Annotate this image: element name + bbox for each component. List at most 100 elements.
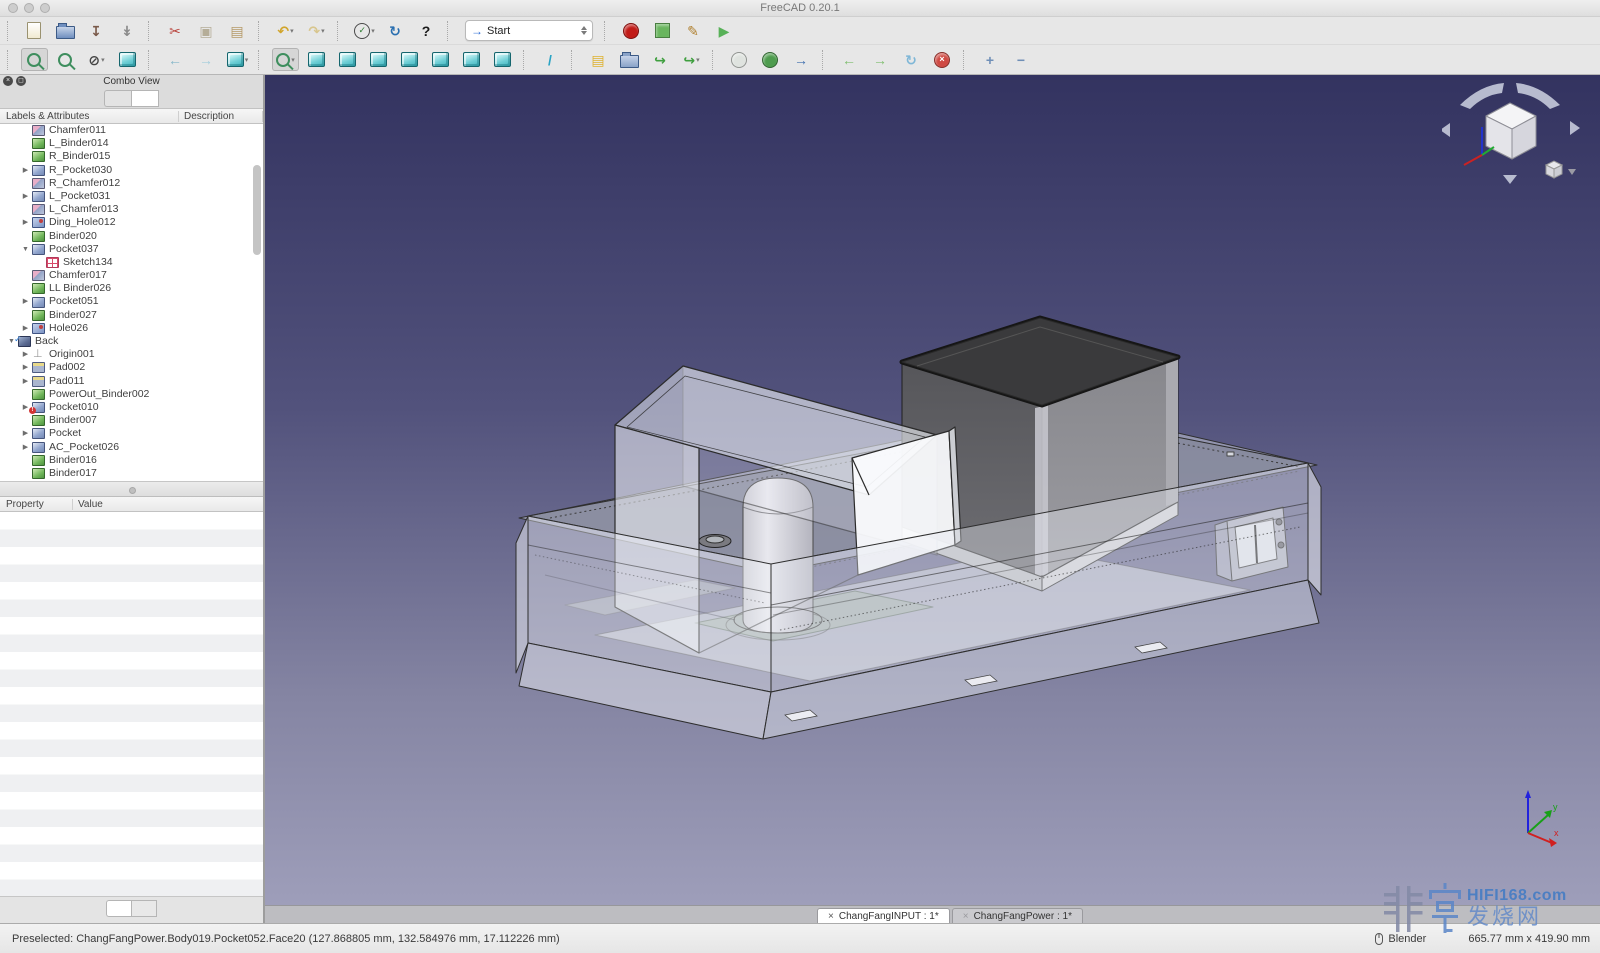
select-element-icon[interactable] [114,48,141,71]
undock-panel-icon[interactable]: ◻ [16,76,26,86]
tree-item[interactable]: ▶ Hole026 [0,322,263,335]
draw-style-icon[interactable]: ⊘▾ [83,48,110,71]
tree-item[interactable]: ▶ L_Pocket031 [0,190,263,203]
expand-arrow-icon[interactable]: ▶ [20,216,31,229]
view-right-icon[interactable] [396,48,423,71]
close-tab-icon[interactable]: × [828,911,834,922]
macro-edit-icon[interactable]: ✎ [680,19,707,42]
tree-item[interactable]: Sketch134 [0,256,263,269]
browser-forward-icon[interactable]: → [867,48,894,71]
expand-arrow-icon[interactable]: ▶ [20,164,31,177]
save-icon[interactable]: ↧ [83,19,110,42]
expand-arrow-icon[interactable]: ▼ [20,243,31,256]
go-to-linked-object-icon[interactable]: ▾ [224,48,251,71]
macro-stop-icon[interactable] [649,19,676,42]
tab-model[interactable] [104,90,131,107]
paste-icon[interactable]: ▤ [224,19,251,42]
nav-back-icon[interactable]: ← [162,48,189,71]
navigation-style-indicator[interactable]: Blender [1375,933,1426,945]
tree-item[interactable]: Binder017 [0,467,263,480]
tree-item[interactable]: ▶ AC_Pocket026 [0,441,263,454]
copy-icon[interactable]: ▣ [193,19,220,42]
tree-item[interactable]: ▼ Pocket037 [0,243,263,256]
go-icon[interactable]: → [788,48,815,71]
web-globe-icon[interactable] [757,48,784,71]
tree-item[interactable]: Binder020 [0,230,263,243]
property-grid[interactable] [0,512,263,897]
undo-icon[interactable]: ↶▾ [272,19,299,42]
fit-selection-icon[interactable] [52,48,79,71]
tree-item[interactable]: ▶ Pad002 [0,361,263,374]
tree-item[interactable]: PowerOut_Binder002 [0,388,263,401]
view-rear-icon[interactable] [427,48,454,71]
tree-item[interactable]: Chamfer011 [0,124,263,137]
whatsthis-icon[interactable]: ? [413,19,440,42]
zoom-in-icon[interactable]: + [977,48,1004,71]
macro-record-icon[interactable] [618,19,645,42]
tree-item[interactable]: R_Binder015 [0,150,263,163]
tree-item[interactable]: L_Binder014 [0,137,263,150]
tree-item[interactable]: Binder007 [0,414,263,427]
tree-item[interactable]: ▶ Ding_Hole012 [0,216,263,229]
document-tab-changfangpower[interactable]: × ChangFangPower : 1* [952,908,1083,924]
expand-arrow-icon[interactable]: ▶ [20,190,31,203]
close-tab-icon[interactable]: × [963,911,969,922]
clipping-plane-icon[interactable]: ▤ [585,48,612,71]
expand-arrow-icon[interactable]: ▶ [20,441,31,454]
save-as-icon[interactable]: ↡ [114,19,141,42]
panel-splitter-horizontal[interactable] [0,481,263,497]
tab-tasks[interactable] [131,90,159,107]
redo-icon[interactable]: ↷▾ [303,19,330,42]
macro-execute-icon[interactable]: ▶ [711,19,738,42]
expand-arrow-icon[interactable]: ▶ [20,427,31,440]
export-icon[interactable]: ↪ [647,48,674,71]
view-front-icon[interactable] [334,48,361,71]
edit-mode-icon[interactable]: ✓▾ [351,19,378,42]
browser-stop-icon[interactable]: × [929,48,956,71]
browser-refresh-icon[interactable]: ↻ [898,48,925,71]
dependency-folder-icon[interactable] [616,48,643,71]
browser-back-icon[interactable]: ← [836,48,863,71]
tree-item[interactable]: ▼ Back [0,335,263,348]
open-file-icon[interactable] [52,19,79,42]
expand-arrow-icon[interactable]: ▶ [20,295,31,308]
tree-item[interactable]: ▶ Pocket010 [0,401,263,414]
close-panel-icon[interactable]: × [3,76,13,86]
tree-item[interactable]: R_Chamfer012 [0,177,263,190]
tree-scrollbar[interactable] [253,165,261,255]
tab-view[interactable] [106,900,131,917]
new-file-icon[interactable] [21,19,48,42]
link-actions-icon[interactable]: ↪▾ [678,48,705,71]
recompute-icon[interactable]: ↻ [382,19,409,42]
navigation-cube[interactable] [1442,83,1582,188]
measure-icon[interactable]: / [537,48,564,71]
view-bottom-icon[interactable] [458,48,485,71]
workbench-selector[interactable]: → Start [465,20,593,41]
tree-item[interactable]: ▶ Origin001 [0,348,263,361]
3d-viewport[interactable]: y x [265,75,1600,906]
view-left-icon[interactable] [489,48,516,71]
tree-item[interactable]: ▶ Pocket [0,427,263,440]
zoom-out-icon[interactable]: − [1008,48,1035,71]
tab-data[interactable] [131,900,157,917]
view-top-icon[interactable] [365,48,392,71]
sphere-icon[interactable] [726,48,753,71]
tree-item[interactable]: Binder027 [0,309,263,322]
tree-item[interactable]: ▶ Pad011 [0,375,263,388]
document-tab-changfanginput[interactable]: × ChangFangINPUT : 1* [817,908,950,924]
tree-item[interactable]: L_Chamfer013 [0,203,263,216]
cad-model[interactable] [265,75,1600,906]
tree-item[interactable]: ▶ Pocket051 [0,295,263,308]
tree-item[interactable]: Chamfer017 [0,269,263,282]
cut-icon[interactable]: ✂ [162,19,189,42]
tree-item[interactable]: ▶ R_Pocket030 [0,164,263,177]
tree-item[interactable]: LL Binder026 [0,282,263,295]
expand-arrow-icon[interactable]: ▶ [20,348,31,361]
tree-item[interactable]: Binder016 [0,454,263,467]
nav-forward-icon[interactable]: → [193,48,220,71]
expand-arrow-icon[interactable]: ▶ [20,375,31,388]
fit-all-icon[interactable] [21,48,48,71]
expand-arrow-icon[interactable]: ▶ [20,361,31,374]
zoom-tools-icon[interactable]: ▾ [272,48,299,71]
view-axonometric-icon[interactable] [303,48,330,71]
